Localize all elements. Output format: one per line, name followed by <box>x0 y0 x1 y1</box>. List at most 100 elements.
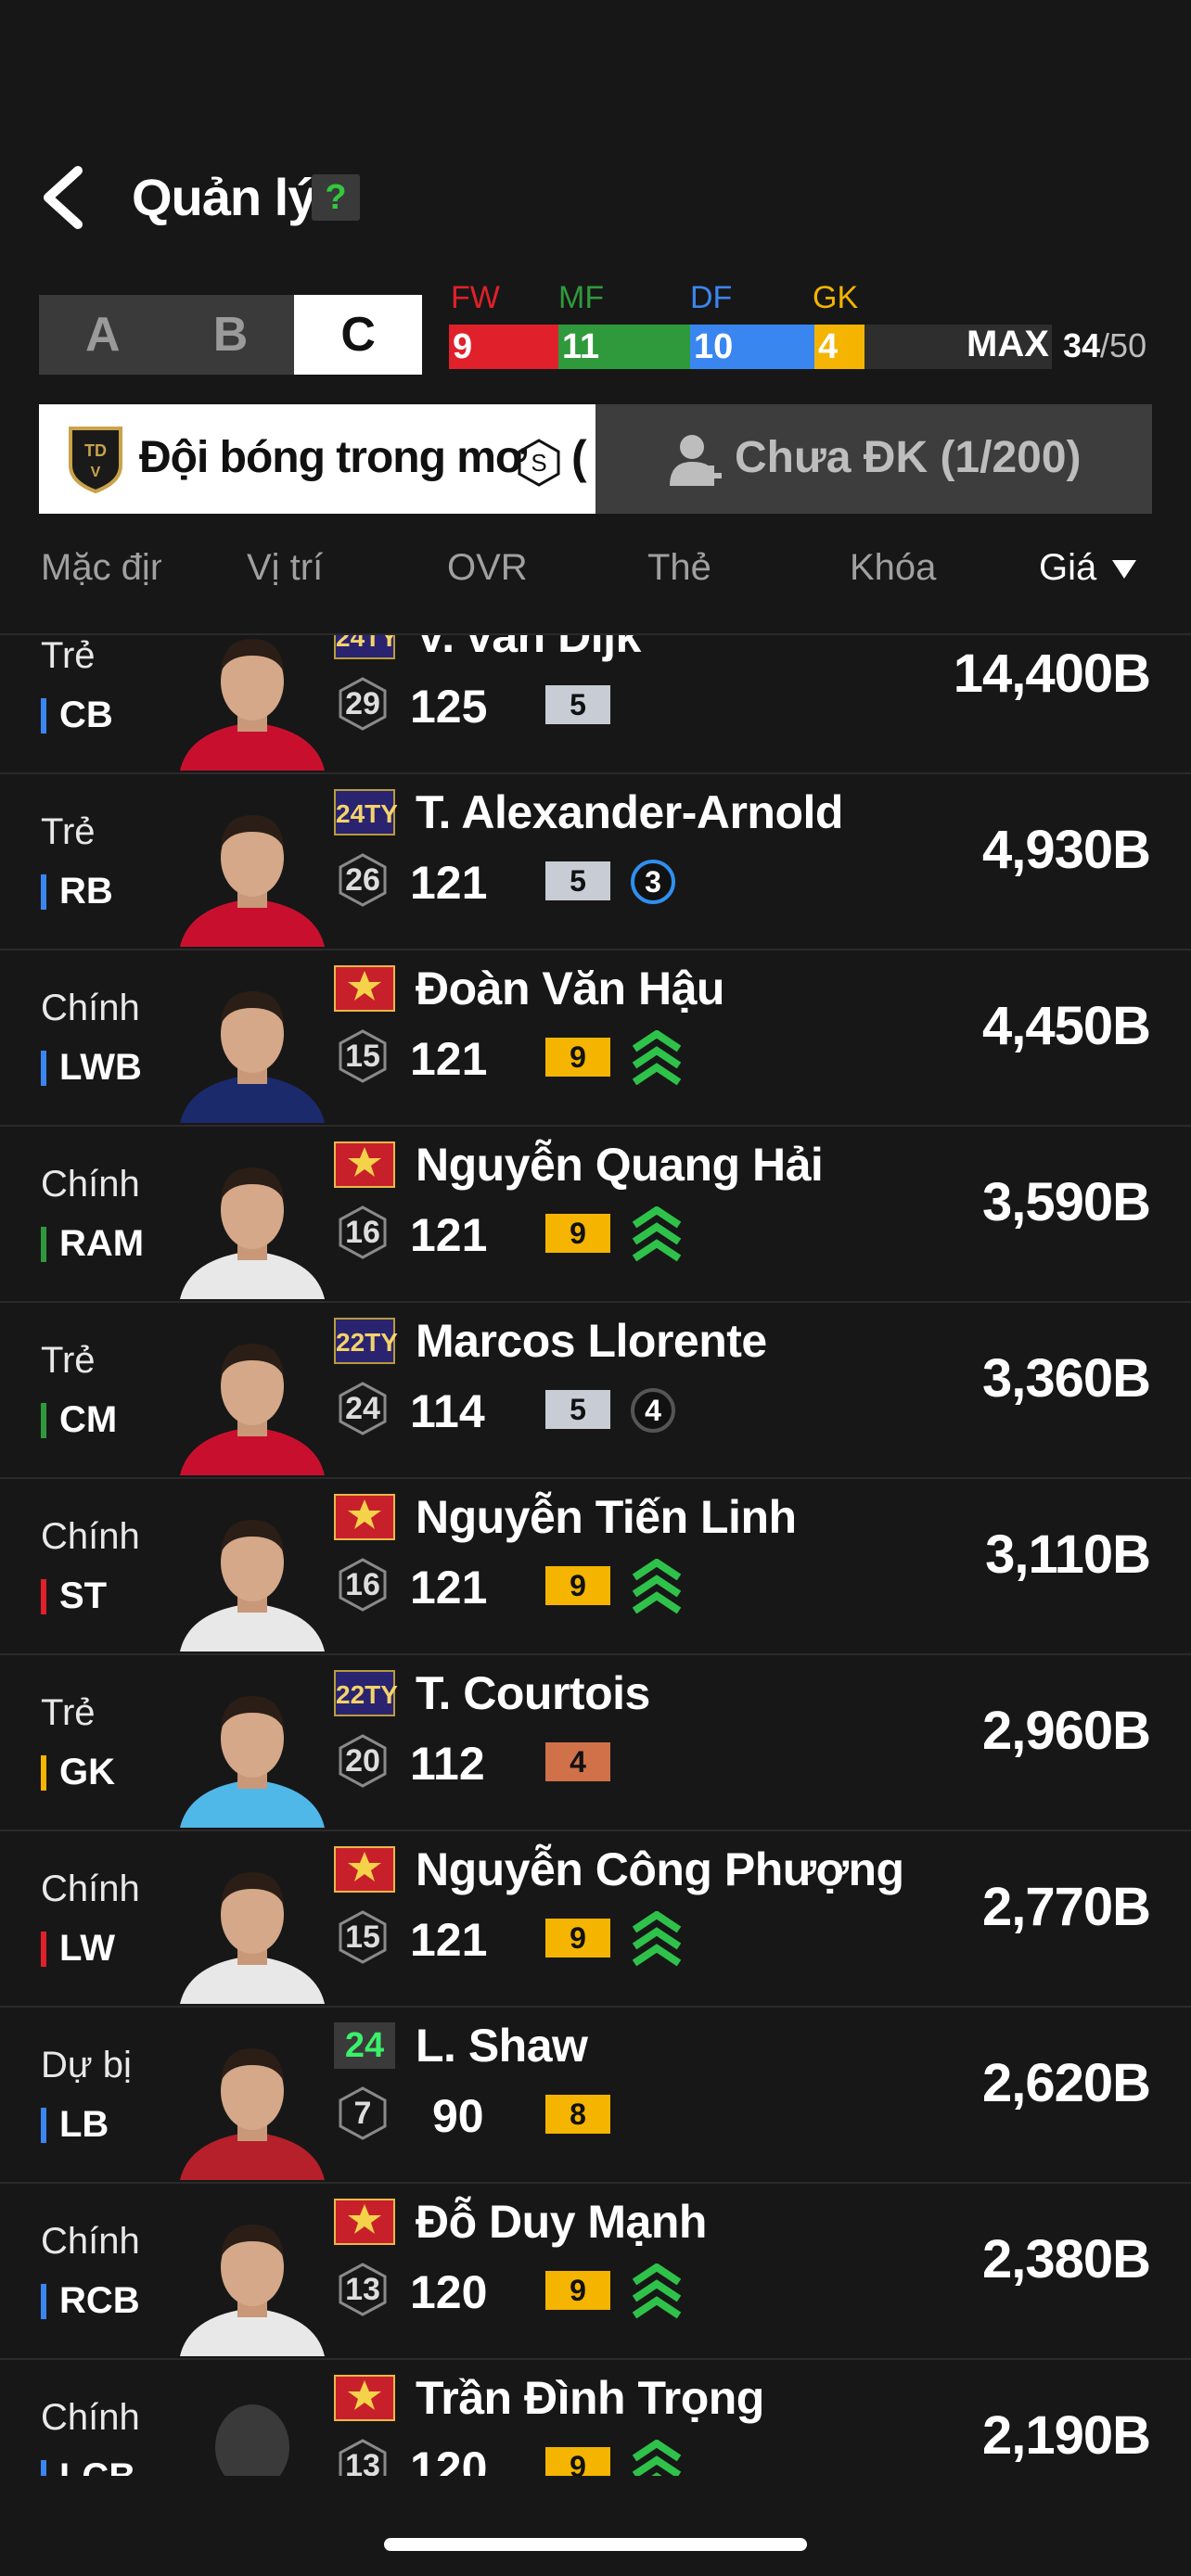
triangle-down-icon <box>1112 560 1137 580</box>
player-photo <box>174 2206 330 2356</box>
upgrade-grade: 9 <box>545 2271 610 2310</box>
player-name: V. van Dijk <box>416 635 641 662</box>
level-badge: 24 <box>335 1381 391 1436</box>
sort-position[interactable]: Vị trí <box>247 547 323 589</box>
player-name: Đỗ Duy Mạnh <box>416 2196 707 2248</box>
player-role: Trẻ <box>41 811 96 852</box>
tab-dream-team[interactable]: TD V Đội bóng trong mơ S ( <box>39 404 596 514</box>
player-ovr: 125 <box>410 681 488 733</box>
sort-lock[interactable]: Khóa <box>850 547 936 589</box>
squad-count-total: /50 <box>1100 326 1147 364</box>
gk-count: 4 <box>814 325 864 369</box>
player-price: 4,930B <box>981 820 1151 880</box>
player-row[interactable]: Chính ST 16 Nguyễn Tiến Linh 121 9 3,110B <box>0 1479 1191 1655</box>
dream-team-crest-icon: TD V <box>69 427 122 493</box>
season-badge: 24 <box>334 2022 395 2069</box>
fw-label: FW <box>451 280 500 315</box>
player-row[interactable]: Trẻ CB 24TY 29 V. van Dijk 125 5 14,400B <box>0 635 1191 774</box>
svg-text:TD: TD <box>84 441 107 460</box>
player-row[interactable]: Chính RAM 16 Nguyễn Quang Hải 121 9 3,590B <box>0 1127 1191 1303</box>
player-ovr: 120 <box>410 2266 488 2318</box>
sort-ovr[interactable]: OVR <box>447 547 528 589</box>
gk-label: GK <box>813 280 859 315</box>
position-color-bar <box>41 1403 46 1438</box>
season-badge: 24TY <box>334 635 398 659</box>
unregistered-label: Chưa ĐK (1/200) <box>735 433 1082 482</box>
squad-count-current: 34 <box>1063 326 1101 364</box>
player-row[interactable]: Trẻ CM 22TY 24 Marcos Llorente 114 5 4 3,360B <box>0 1303 1191 1479</box>
sort-default[interactable]: Mặc định <box>41 547 161 589</box>
level-value: 16 <box>345 1215 380 1250</box>
player-ovr: 121 <box>410 1033 488 1085</box>
star-icon <box>348 2380 381 2410</box>
position-color-bar <box>41 1755 46 1791</box>
player-row[interactable]: Chính LW 15 Nguyễn Công Phượng 121 9 2,770B <box>0 1831 1191 2008</box>
player-row[interactable]: Chính LCB 13 Trần Đình Trọng 120 9 2,190B <box>0 2360 1191 2476</box>
season-label: 22TY <box>336 1680 398 1709</box>
player-name: Nguyễn Công Phượng <box>416 1843 904 1895</box>
squad-count: 34/50 <box>1063 326 1146 365</box>
season-label: 24 <box>344 2026 385 2065</box>
player-position: RAM <box>59 1223 145 1264</box>
player-photo <box>174 797 330 947</box>
position-color-bar <box>41 2284 46 2319</box>
tab-team-a[interactable]: A <box>39 295 167 375</box>
position-distribution-bar: 9 11 10 4 <box>449 325 1052 369</box>
position-color-bar <box>41 2460 46 2476</box>
player-position: RCB <box>59 2280 140 2321</box>
player-row[interactable]: Dự bị LB 24 7 L. Shaw 90 8 2,620B <box>0 2008 1191 2184</box>
player-ovr: 90 <box>432 2090 484 2142</box>
player-ovr: 112 <box>410 1738 485 1790</box>
chevron-up-icon <box>632 1206 682 1262</box>
chemistry-ring: 4 <box>629 1386 677 1435</box>
level-value: 20 <box>345 1743 380 1779</box>
player-price: 14,400B <box>953 644 1151 704</box>
vn-star-badge <box>334 2375 395 2421</box>
player-price: 2,770B <box>981 1877 1151 1937</box>
player-photo <box>174 973 330 1123</box>
df-label: DF <box>690 280 733 315</box>
tab-unregistered[interactable]: Chưa ĐK (1/200) <box>596 404 1152 514</box>
player-row[interactable]: Chính RCB 13 Đỗ Duy Mạnh 120 9 2,380B <box>0 2184 1191 2360</box>
player-name: T. Alexander-Arnold <box>416 786 843 838</box>
player-role: Chính <box>41 1516 140 1557</box>
player-role: Chính <box>41 988 140 1028</box>
level-value: 13 <box>345 2272 380 2307</box>
star-icon <box>348 1852 381 1881</box>
player-ovr: 120 <box>410 2442 488 2476</box>
player-photo <box>174 1677 330 1828</box>
player-row[interactable]: Trẻ RB 24TY 26 T. Alexander-Arnold 121 5 3 4,930… <box>0 774 1191 950</box>
level-badge: 20 <box>335 1733 391 1789</box>
ring-value: 4 <box>645 1394 661 1427</box>
player-ovr: 121 <box>410 1914 488 1966</box>
upgrade-grade: 4 <box>545 1742 610 1781</box>
player-role: Chính <box>41 1868 140 1909</box>
tab-team-c[interactable]: C <box>294 295 423 375</box>
coin-s-icon: S <box>518 439 560 487</box>
upgrade-grade: 9 <box>545 2447 610 2476</box>
player-row[interactable]: Trẻ GK 22TY 20 T. Courtois 112 4 2,960B <box>0 1655 1191 1831</box>
svg-text:S: S <box>531 449 546 477</box>
max-label: MAX <box>967 324 1049 364</box>
position-color-bar <box>41 1227 46 1262</box>
player-list[interactable]: Trẻ CB 24TY 29 V. van Dijk 125 5 14,400B Trẻ RB 24… <box>0 635 1191 2476</box>
dream-team-label-overflow: ( <box>571 431 587 483</box>
sort-price[interactable]: Giá <box>1039 547 1138 589</box>
player-role: Chính <box>41 2397 140 2438</box>
player-name: Trần Đình Trọng <box>416 2372 764 2424</box>
star-icon <box>348 1499 381 1529</box>
player-price: 3,590B <box>981 1172 1151 1232</box>
player-row[interactable]: Chính LWB 15 Đoàn Văn Hậu 121 9 4,450B <box>0 950 1191 1127</box>
team-tabs: A B C <box>39 295 423 375</box>
df-count: 10 <box>690 325 814 369</box>
season-label: 24TY <box>336 799 398 828</box>
player-position: LCB <box>59 2456 135 2476</box>
svg-text:V: V <box>91 465 101 480</box>
sort-card[interactable]: Thẻ <box>647 547 711 589</box>
chevron-up-icon <box>632 1030 682 1086</box>
help-button[interactable]: ? <box>312 174 360 221</box>
back-button[interactable] <box>37 165 93 230</box>
upgrade-grade: 5 <box>545 685 610 724</box>
player-position: LWB <box>59 1047 142 1088</box>
tab-team-b[interactable]: B <box>167 295 295 375</box>
